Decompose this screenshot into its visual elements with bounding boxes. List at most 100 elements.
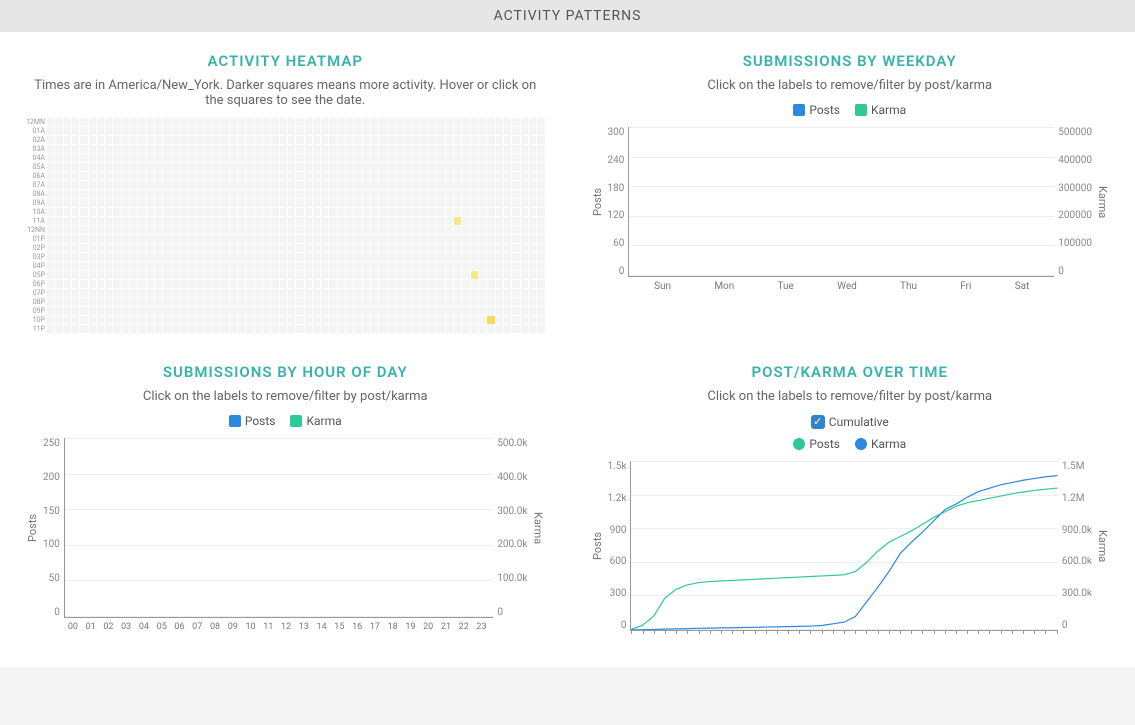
heatmap-cell[interactable]	[105, 235, 112, 243]
heatmap-cell[interactable]	[130, 136, 137, 144]
heatmap-cell[interactable]	[47, 289, 54, 297]
heatmap-cell[interactable]	[213, 208, 220, 216]
heatmap-cell[interactable]	[537, 154, 544, 162]
heatmap-cell[interactable]	[346, 289, 353, 297]
heatmap-cell[interactable]	[80, 307, 87, 315]
heatmap-cell[interactable]	[80, 226, 87, 234]
heatmap-cell[interactable]	[122, 190, 129, 198]
heatmap-cell[interactable]	[89, 244, 96, 252]
heatmap-cell[interactable]	[529, 217, 536, 225]
heatmap-cell[interactable]	[263, 127, 270, 135]
heatmap-cell[interactable]	[163, 307, 170, 315]
heatmap-cell[interactable]	[462, 163, 469, 171]
heatmap-cell[interactable]	[138, 280, 145, 288]
heatmap-cell[interactable]	[113, 235, 120, 243]
heatmap-cell[interactable]	[305, 298, 312, 306]
heatmap-cell[interactable]	[371, 298, 378, 306]
heatmap-cell[interactable]	[47, 307, 54, 315]
heatmap-cell[interactable]	[396, 181, 403, 189]
heatmap-cell[interactable]	[329, 127, 336, 135]
timeline-chart[interactable]	[630, 461, 1057, 631]
heatmap-cell[interactable]	[97, 199, 104, 207]
heatmap-cell[interactable]	[64, 298, 71, 306]
heatmap-cell[interactable]	[504, 271, 511, 279]
heatmap-cell[interactable]	[521, 289, 528, 297]
heatmap-cell[interactable]	[255, 325, 262, 333]
heatmap-cell[interactable]	[280, 172, 287, 180]
heatmap-cell[interactable]	[138, 118, 145, 126]
heatmap-cell[interactable]	[396, 190, 403, 198]
heatmap-cell[interactable]	[246, 226, 253, 234]
heatmap-cell[interactable]	[462, 145, 469, 153]
heatmap-cell[interactable]	[462, 316, 469, 324]
heatmap-cell[interactable]	[388, 190, 395, 198]
heatmap-cell[interactable]	[371, 127, 378, 135]
heatmap-cell[interactable]	[138, 271, 145, 279]
heatmap-cell[interactable]	[404, 307, 411, 315]
heatmap-cell[interactable]	[512, 307, 519, 315]
heatmap-cell[interactable]	[454, 136, 461, 144]
heatmap-cell[interactable]	[97, 262, 104, 270]
heatmap-cell[interactable]	[221, 136, 228, 144]
heatmap-cell[interactable]	[338, 190, 345, 198]
heatmap-cell[interactable]	[246, 271, 253, 279]
heatmap-cell[interactable]	[130, 163, 137, 171]
heatmap-cell[interactable]	[346, 154, 353, 162]
heatmap-cell[interactable]	[446, 280, 453, 288]
heatmap-cell[interactable]	[89, 172, 96, 180]
heatmap-cell[interactable]	[205, 172, 212, 180]
heatmap-cell[interactable]	[180, 154, 187, 162]
heatmap-cell[interactable]	[529, 253, 536, 261]
heatmap-cell[interactable]	[371, 190, 378, 198]
heatmap-cell[interactable]	[496, 316, 503, 324]
heatmap-cell[interactable]	[64, 127, 71, 135]
heatmap-cell[interactable]	[147, 181, 154, 189]
heatmap-cell[interactable]	[205, 262, 212, 270]
heatmap-cell[interactable]	[429, 172, 436, 180]
heatmap-cell[interactable]	[496, 208, 503, 216]
heatmap-cell[interactable]	[446, 172, 453, 180]
heatmap-cell[interactable]	[321, 235, 328, 243]
heatmap-cell[interactable]	[80, 172, 87, 180]
heatmap-cell[interactable]	[97, 118, 104, 126]
heatmap-cell[interactable]	[388, 253, 395, 261]
heatmap-cell[interactable]	[213, 118, 220, 126]
heatmap-cell[interactable]	[504, 217, 511, 225]
heatmap-cell[interactable]	[521, 226, 528, 234]
heatmap-cell[interactable]	[305, 208, 312, 216]
heatmap-cell[interactable]	[163, 235, 170, 243]
heatmap-cell[interactable]	[72, 298, 79, 306]
heatmap-cell[interactable]	[388, 307, 395, 315]
heatmap-cell[interactable]	[346, 163, 353, 171]
heatmap-cell[interactable]	[512, 163, 519, 171]
heatmap-cell[interactable]	[388, 118, 395, 126]
heatmap-cell[interactable]	[462, 172, 469, 180]
heatmap-cell[interactable]	[221, 181, 228, 189]
heatmap-cell[interactable]	[280, 118, 287, 126]
heatmap-cell[interactable]	[296, 118, 303, 126]
heatmap-cell[interactable]	[529, 190, 536, 198]
heatmap-cell[interactable]	[379, 253, 386, 261]
heatmap-cell[interactable]	[371, 325, 378, 333]
heatmap-cell[interactable]	[155, 127, 162, 135]
heatmap-cell[interactable]	[97, 181, 104, 189]
heatmap-cell[interactable]	[205, 118, 212, 126]
heatmap-cell[interactable]	[188, 172, 195, 180]
heatmap-cell[interactable]	[363, 217, 370, 225]
heatmap-cell[interactable]	[213, 262, 220, 270]
heatmap-cell[interactable]	[263, 172, 270, 180]
heatmap-cell[interactable]	[421, 298, 428, 306]
heatmap-cell[interactable]	[504, 280, 511, 288]
heatmap-cell[interactable]	[329, 325, 336, 333]
heatmap-cell[interactable]	[413, 316, 420, 324]
heatmap-cell[interactable]	[396, 244, 403, 252]
heatmap-cell[interactable]	[537, 262, 544, 270]
heatmap-cell[interactable]	[487, 199, 494, 207]
heatmap-cell[interactable]	[147, 280, 154, 288]
heatmap-cell[interactable]	[172, 271, 179, 279]
heatmap-cell[interactable]	[97, 253, 104, 261]
heatmap-cell[interactable]	[288, 262, 295, 270]
heatmap-cell[interactable]	[122, 136, 129, 144]
heatmap-cell[interactable]	[113, 244, 120, 252]
heatmap-cell[interactable]	[180, 118, 187, 126]
